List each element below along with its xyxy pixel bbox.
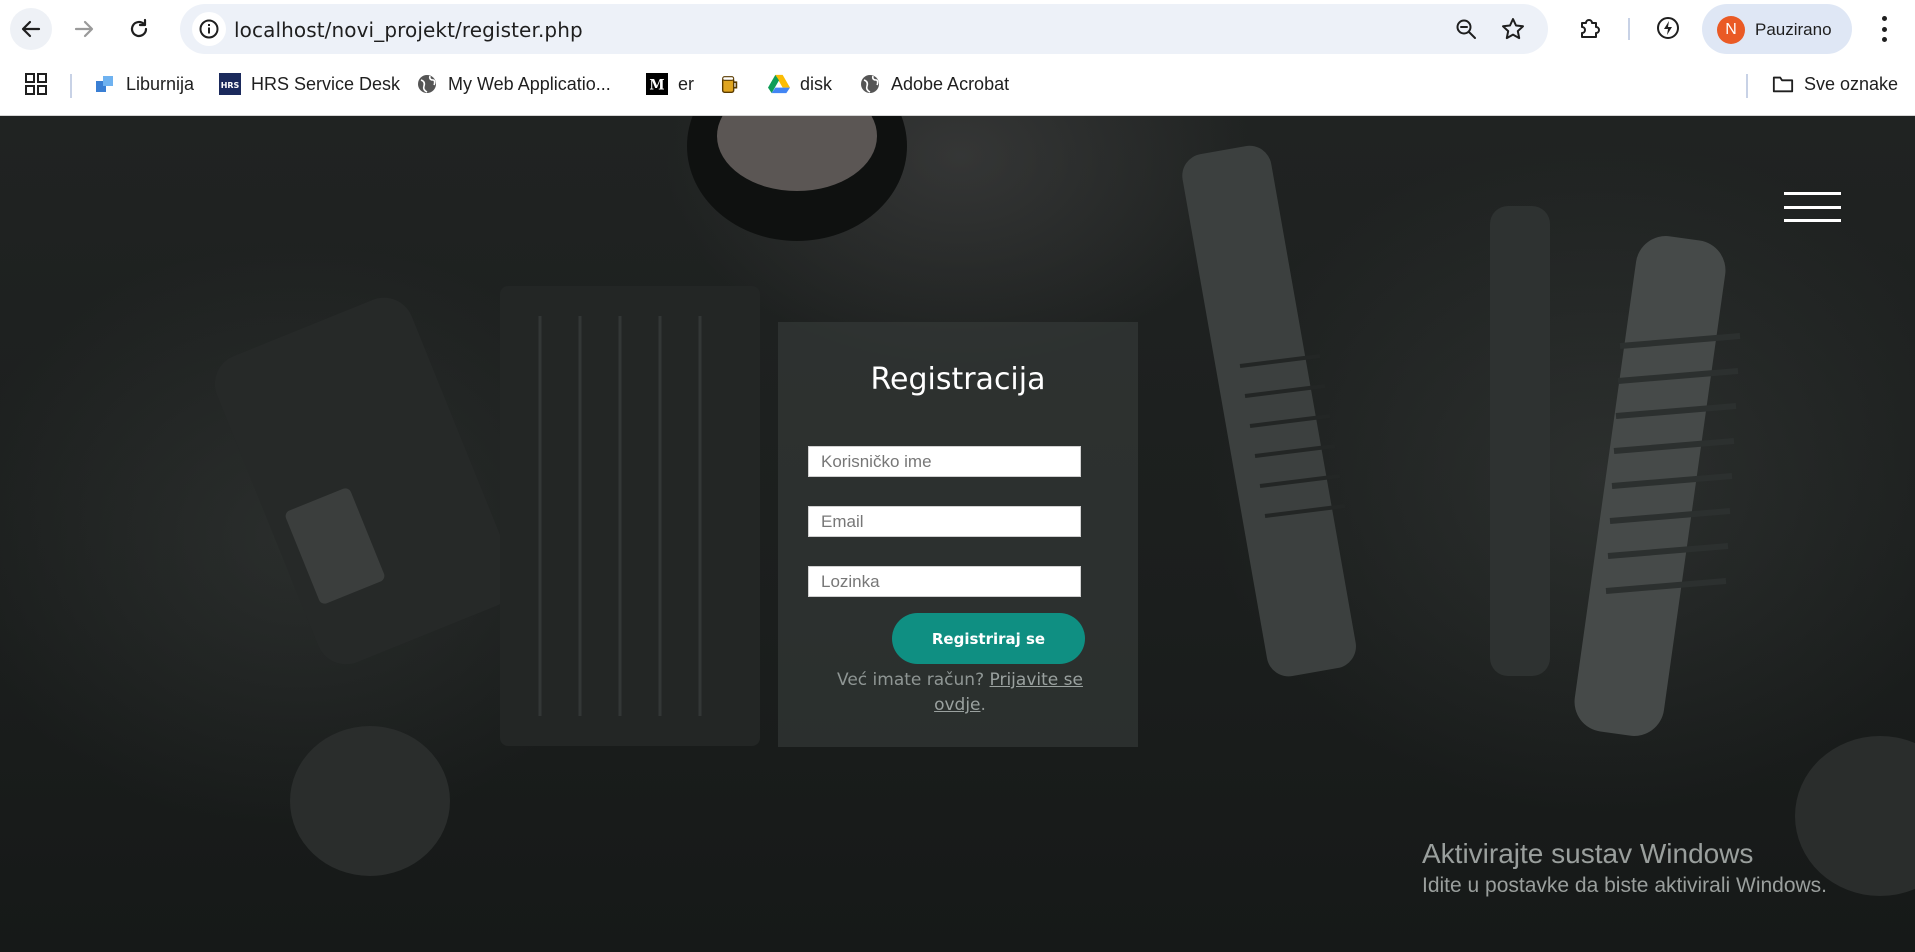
page-title: Registracija xyxy=(870,362,1046,397)
zoom-icon xyxy=(1456,19,1476,39)
hamburger-menu-button[interactable] xyxy=(1784,192,1841,222)
bookmark-star-button[interactable] xyxy=(1500,16,1526,47)
profile-button[interactable]: N Pauzirano xyxy=(1702,4,1852,54)
username-field[interactable] xyxy=(808,446,1081,477)
performance-button[interactable] xyxy=(1654,14,1682,47)
bookmarks-divider xyxy=(1746,74,1748,98)
bookmark-adobe-acrobat[interactable]: Adobe Acrobat xyxy=(859,70,1009,98)
bookmark-medium[interactable]: M er xyxy=(646,70,694,98)
info-icon xyxy=(199,19,219,39)
apps-grid-icon xyxy=(25,73,47,95)
page-background: Registracija Registriraj se Već imate ra… xyxy=(0,116,1915,952)
folder-icon xyxy=(1772,73,1794,95)
register-form-card: Registracija Registriraj se Već imate ra… xyxy=(778,322,1138,747)
register-button[interactable]: Registriraj se xyxy=(892,613,1085,664)
reload-button[interactable] xyxy=(118,8,160,50)
svg-text:M: M xyxy=(649,78,664,94)
menu-bar-icon xyxy=(1784,219,1841,222)
watermark-subtitle: Idite u postavke da biste aktivirali Win… xyxy=(1422,874,1828,897)
star-icon xyxy=(1502,18,1524,40)
bookmark-label: My Web Applicatio... xyxy=(448,73,611,94)
bookmark-liburnija[interactable]: Liburnija xyxy=(94,70,194,98)
bookmark-disk[interactable]: disk xyxy=(768,70,832,98)
menu-bar-icon xyxy=(1784,205,1841,209)
hrs-icon: HRS xyxy=(219,73,241,95)
liburnija-icon xyxy=(94,73,116,95)
avatar: N xyxy=(1717,16,1745,44)
lightning-icon xyxy=(1657,17,1679,39)
login-hint: Već imate račun? Prijavite se ovdje. xyxy=(818,668,1102,718)
bookmarks-bar: Liburnija HRS HRS Service Desk My Web Ap… xyxy=(0,64,1915,104)
address-bar[interactable]: localhost/novi_projekt/register.php xyxy=(180,4,1548,54)
all-bookmarks-folder[interactable]: Sve oznake xyxy=(1772,70,1898,98)
menu-bar-icon xyxy=(1784,192,1841,195)
browser-chrome: localhost/novi_projekt/register.php N Pa… xyxy=(0,0,1915,116)
zoom-button[interactable] xyxy=(1454,17,1478,46)
dot-icon xyxy=(1881,37,1887,42)
bookmark-hrs-service-desk[interactable]: HRS HRS Service Desk xyxy=(219,70,400,98)
medium-icon: M xyxy=(646,73,668,95)
bookmark-beer[interactable] xyxy=(719,70,741,98)
globe-icon xyxy=(416,73,438,95)
puzzle-icon xyxy=(1581,19,1600,38)
site-info-button[interactable] xyxy=(192,12,226,46)
profile-name: Pauzirano xyxy=(1755,20,1832,39)
back-button[interactable] xyxy=(10,8,52,50)
forward-button[interactable] xyxy=(63,8,105,50)
globe-icon xyxy=(859,73,881,95)
browser-toolbar: localhost/novi_projekt/register.php N Pa… xyxy=(0,0,1915,58)
toolbar-divider xyxy=(1628,18,1630,40)
login-suffix: . xyxy=(980,695,986,715)
beer-icon xyxy=(719,73,741,95)
bookmark-label: HRS Service Desk xyxy=(251,73,401,94)
login-prompt-text: Već imate račun? xyxy=(837,670,990,690)
google-drive-icon xyxy=(768,73,790,95)
url-text[interactable]: localhost/novi_projekt/register.php xyxy=(234,18,583,42)
email-field[interactable] xyxy=(808,506,1081,537)
dot-icon xyxy=(1881,26,1887,32)
password-field[interactable] xyxy=(808,566,1081,597)
bookmark-label: er xyxy=(678,73,695,94)
bookmarks-divider xyxy=(70,74,72,98)
arrow-right-icon xyxy=(74,20,94,38)
bookmark-my-web-application[interactable]: My Web Applicatio... xyxy=(416,70,611,98)
bookmark-label: disk xyxy=(800,73,833,94)
arrow-left-icon xyxy=(21,20,41,38)
bookmark-label: Adobe Acrobat xyxy=(891,73,1010,94)
dot-icon xyxy=(1881,16,1887,21)
watermark-title: Aktivirajte sustav Windows xyxy=(1422,838,1754,869)
browser-menu-button[interactable] xyxy=(1874,16,1894,42)
all-bookmarks-label: Sve oznake xyxy=(1804,73,1899,94)
apps-button[interactable] xyxy=(24,70,48,98)
extensions-button[interactable] xyxy=(1576,14,1604,47)
bookmark-label: Liburnija xyxy=(126,73,195,94)
svg-text:HRS: HRS xyxy=(221,81,240,90)
windows-activation-watermark: Aktivirajte sustav Windows Idite u posta… xyxy=(1422,838,1827,898)
reload-icon xyxy=(130,18,148,38)
